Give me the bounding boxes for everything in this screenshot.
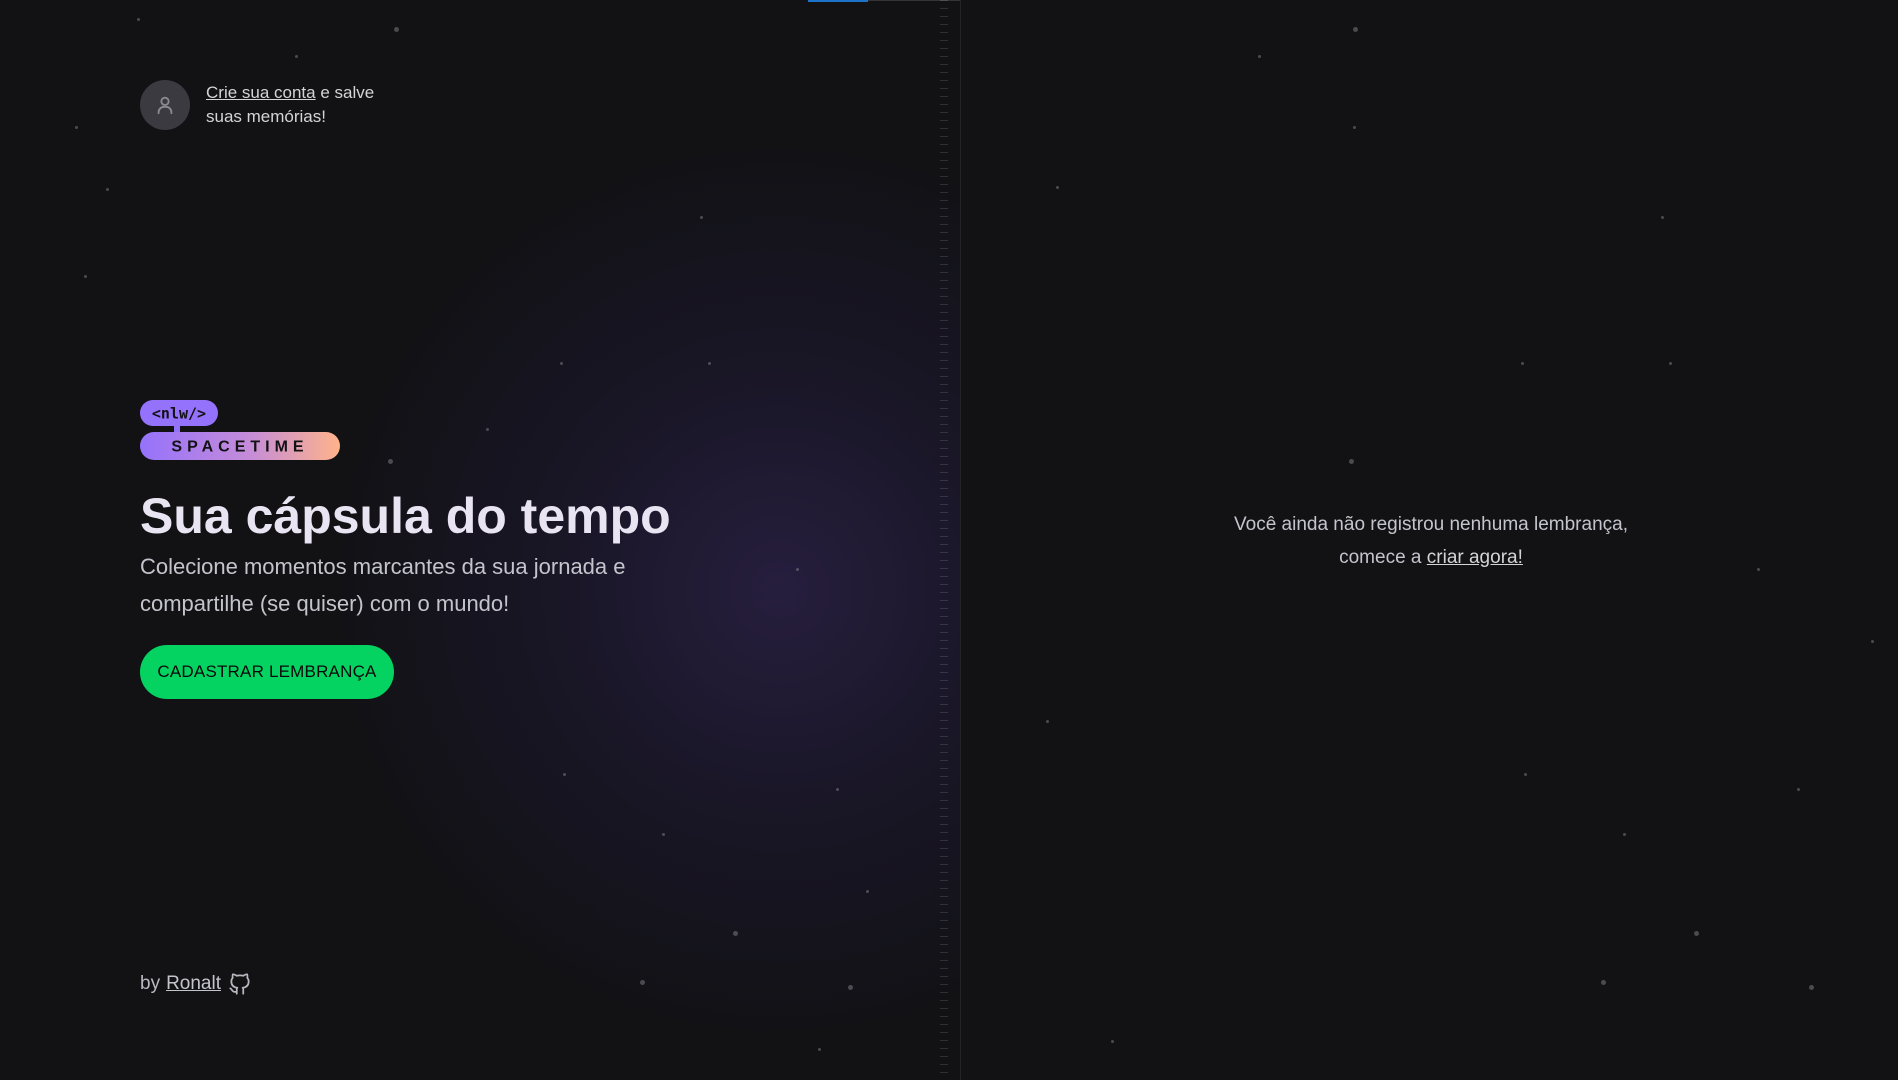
star [1809,985,1814,990]
star [1524,773,1527,776]
star [1353,27,1358,32]
star [394,27,399,32]
github-icon[interactable] [227,970,253,998]
star [560,362,563,365]
register-memory-button[interactable]: CADASTRAR LEMBRANÇA [140,645,394,699]
empty-state-line2: comece a criar agora! [1131,541,1731,574]
star [1871,640,1874,643]
top-accent-line [868,0,960,1]
author-link[interactable]: Ronalt [166,973,221,995]
user-icon [157,96,173,115]
app-root: Crie sua conta e salve suas memórias! <n… [0,0,1898,1080]
star [866,890,869,893]
footer-by: by [140,973,161,994]
star [1601,980,1606,985]
stripe-divider [940,0,948,1080]
signin-block: Crie sua conta e salve suas memórias! [140,80,396,130]
star [1046,720,1049,723]
signin-text: Crie sua conta e salve suas memórias! [206,81,396,129]
top-accent-bar [808,0,868,2]
hero-subtitle: Colecione momentos marcantes da sua jorn… [140,554,626,616]
star [1111,1040,1114,1043]
star [1661,216,1664,219]
star [1694,931,1699,936]
star [836,788,839,791]
star [1056,186,1059,189]
star [388,459,393,464]
star [1623,833,1626,836]
star [1521,362,1524,365]
star [75,126,78,129]
star [818,1048,821,1051]
create-account-link[interactable]: Crie sua conta [206,83,316,102]
avatar[interactable] [140,80,190,130]
star [1797,788,1800,791]
star [106,188,109,191]
left-panel: Crie sua conta e salve suas memórias! <n… [0,0,961,1080]
star [708,362,711,365]
star [563,773,566,776]
hero: Sua cápsula do tempo Colecione momentos … [140,488,760,622]
empty-state: Você ainda não registrou nenhuma lembran… [1131,508,1731,574]
star [1757,568,1760,571]
star [1349,459,1354,464]
hero-title: Sua cápsula do tempo [140,488,671,544]
star [848,985,853,990]
star [662,833,665,836]
star [640,980,645,985]
footer: by Ronalt [140,970,253,998]
star [700,216,703,219]
right-panel: Você ainda não registrou nenhuma lembran… [961,0,1898,1080]
star [295,55,298,58]
star [84,275,87,278]
empty-state-prefix: comece a [1339,547,1427,568]
star [796,568,799,571]
star [1669,362,1672,365]
logo-word: SPACETIME [171,439,308,456]
star [733,931,738,936]
star [1353,126,1356,129]
star [137,18,140,21]
logo-tag: <nlw/> [152,405,206,423]
star [1258,55,1261,58]
create-now-link[interactable]: criar agora! [1427,547,1523,568]
empty-state-line1: Você ainda não registrou nenhuma lembran… [1234,514,1628,535]
star [486,428,489,431]
nlw-spacetime-logo: <nlw/> SPACETIME [140,400,340,460]
